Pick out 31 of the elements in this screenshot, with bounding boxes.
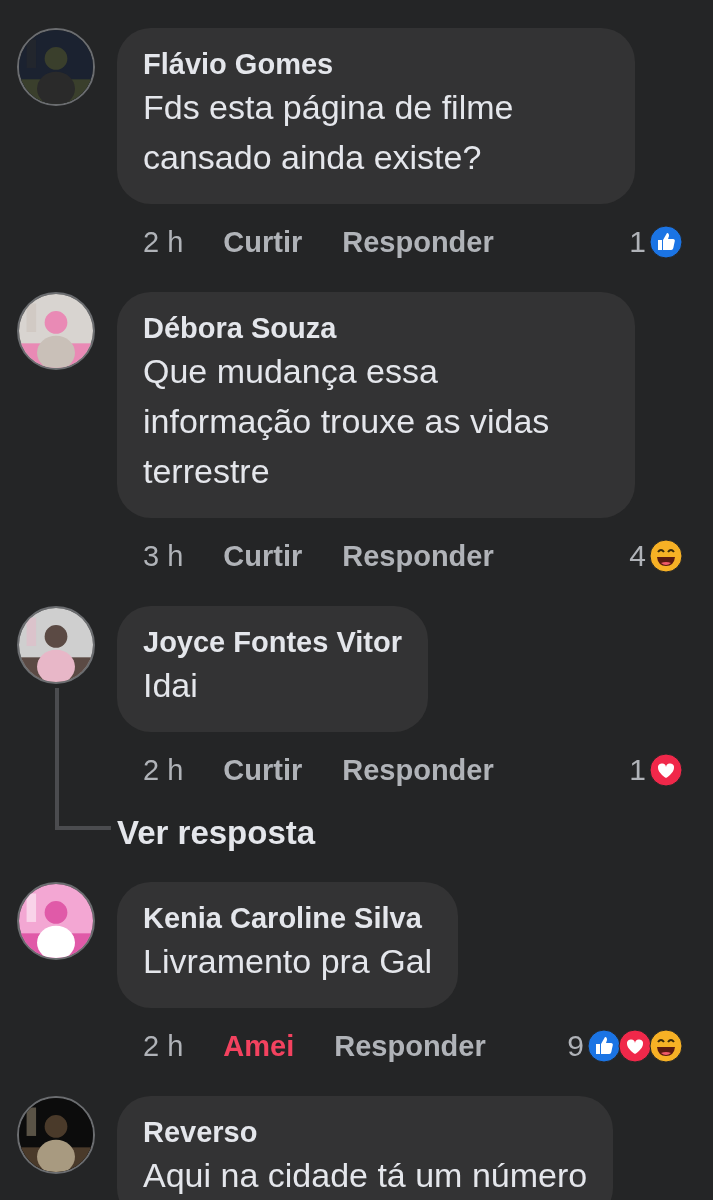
reaction-count: 1 — [629, 225, 646, 259]
laughing-face-icon — [649, 1029, 683, 1063]
comment-text: Fds esta página de filme cansado ainda existe? — [143, 87, 515, 178]
like-link[interactable]: Curtir — [223, 225, 303, 259]
reply-link[interactable]: Responder — [342, 753, 494, 787]
author-name: Reverso — [143, 1115, 259, 1150]
comment-time: 2 h — [143, 225, 184, 259]
reply-link[interactable]: Responder — [334, 1029, 486, 1063]
comment-text: Aqui na cidade tá um número — [143, 1155, 588, 1196]
view-replies-link[interactable]: Ver resposta — [117, 814, 683, 852]
like-link[interactable]: Curtir — [223, 753, 303, 787]
author-name: Flávio Gomes — [143, 47, 335, 82]
like-link[interactable]: Curtir — [223, 539, 303, 573]
comment-text: Livramento pra Gal — [143, 941, 433, 982]
author-name: Joyce Fontes Vitor — [143, 625, 402, 660]
thumbs-up-icon — [587, 1029, 621, 1063]
reply-link[interactable]: Responder — [342, 225, 494, 259]
comment-time: 2 h — [143, 753, 184, 787]
comment-text: Que mudança essa informação trouxe as vidas terrestre — [143, 351, 551, 492]
reaction-count: 4 — [629, 539, 646, 573]
like-link[interactable]: Amei — [223, 1029, 295, 1063]
comment-time: 3 h — [143, 539, 184, 573]
reply-link[interactable]: Responder — [342, 539, 494, 573]
comment-text: Idai — [143, 665, 199, 706]
author-name: Débora Souza — [143, 311, 338, 346]
comment-time: 2 h — [143, 1029, 184, 1063]
laughing-face-icon — [649, 539, 683, 573]
reaction-count: 9 — [567, 1029, 584, 1063]
thumbs-up-icon — [649, 225, 683, 259]
reaction-count: 1 — [629, 753, 646, 787]
author-name: Kenia Caroline Silva — [143, 901, 423, 936]
